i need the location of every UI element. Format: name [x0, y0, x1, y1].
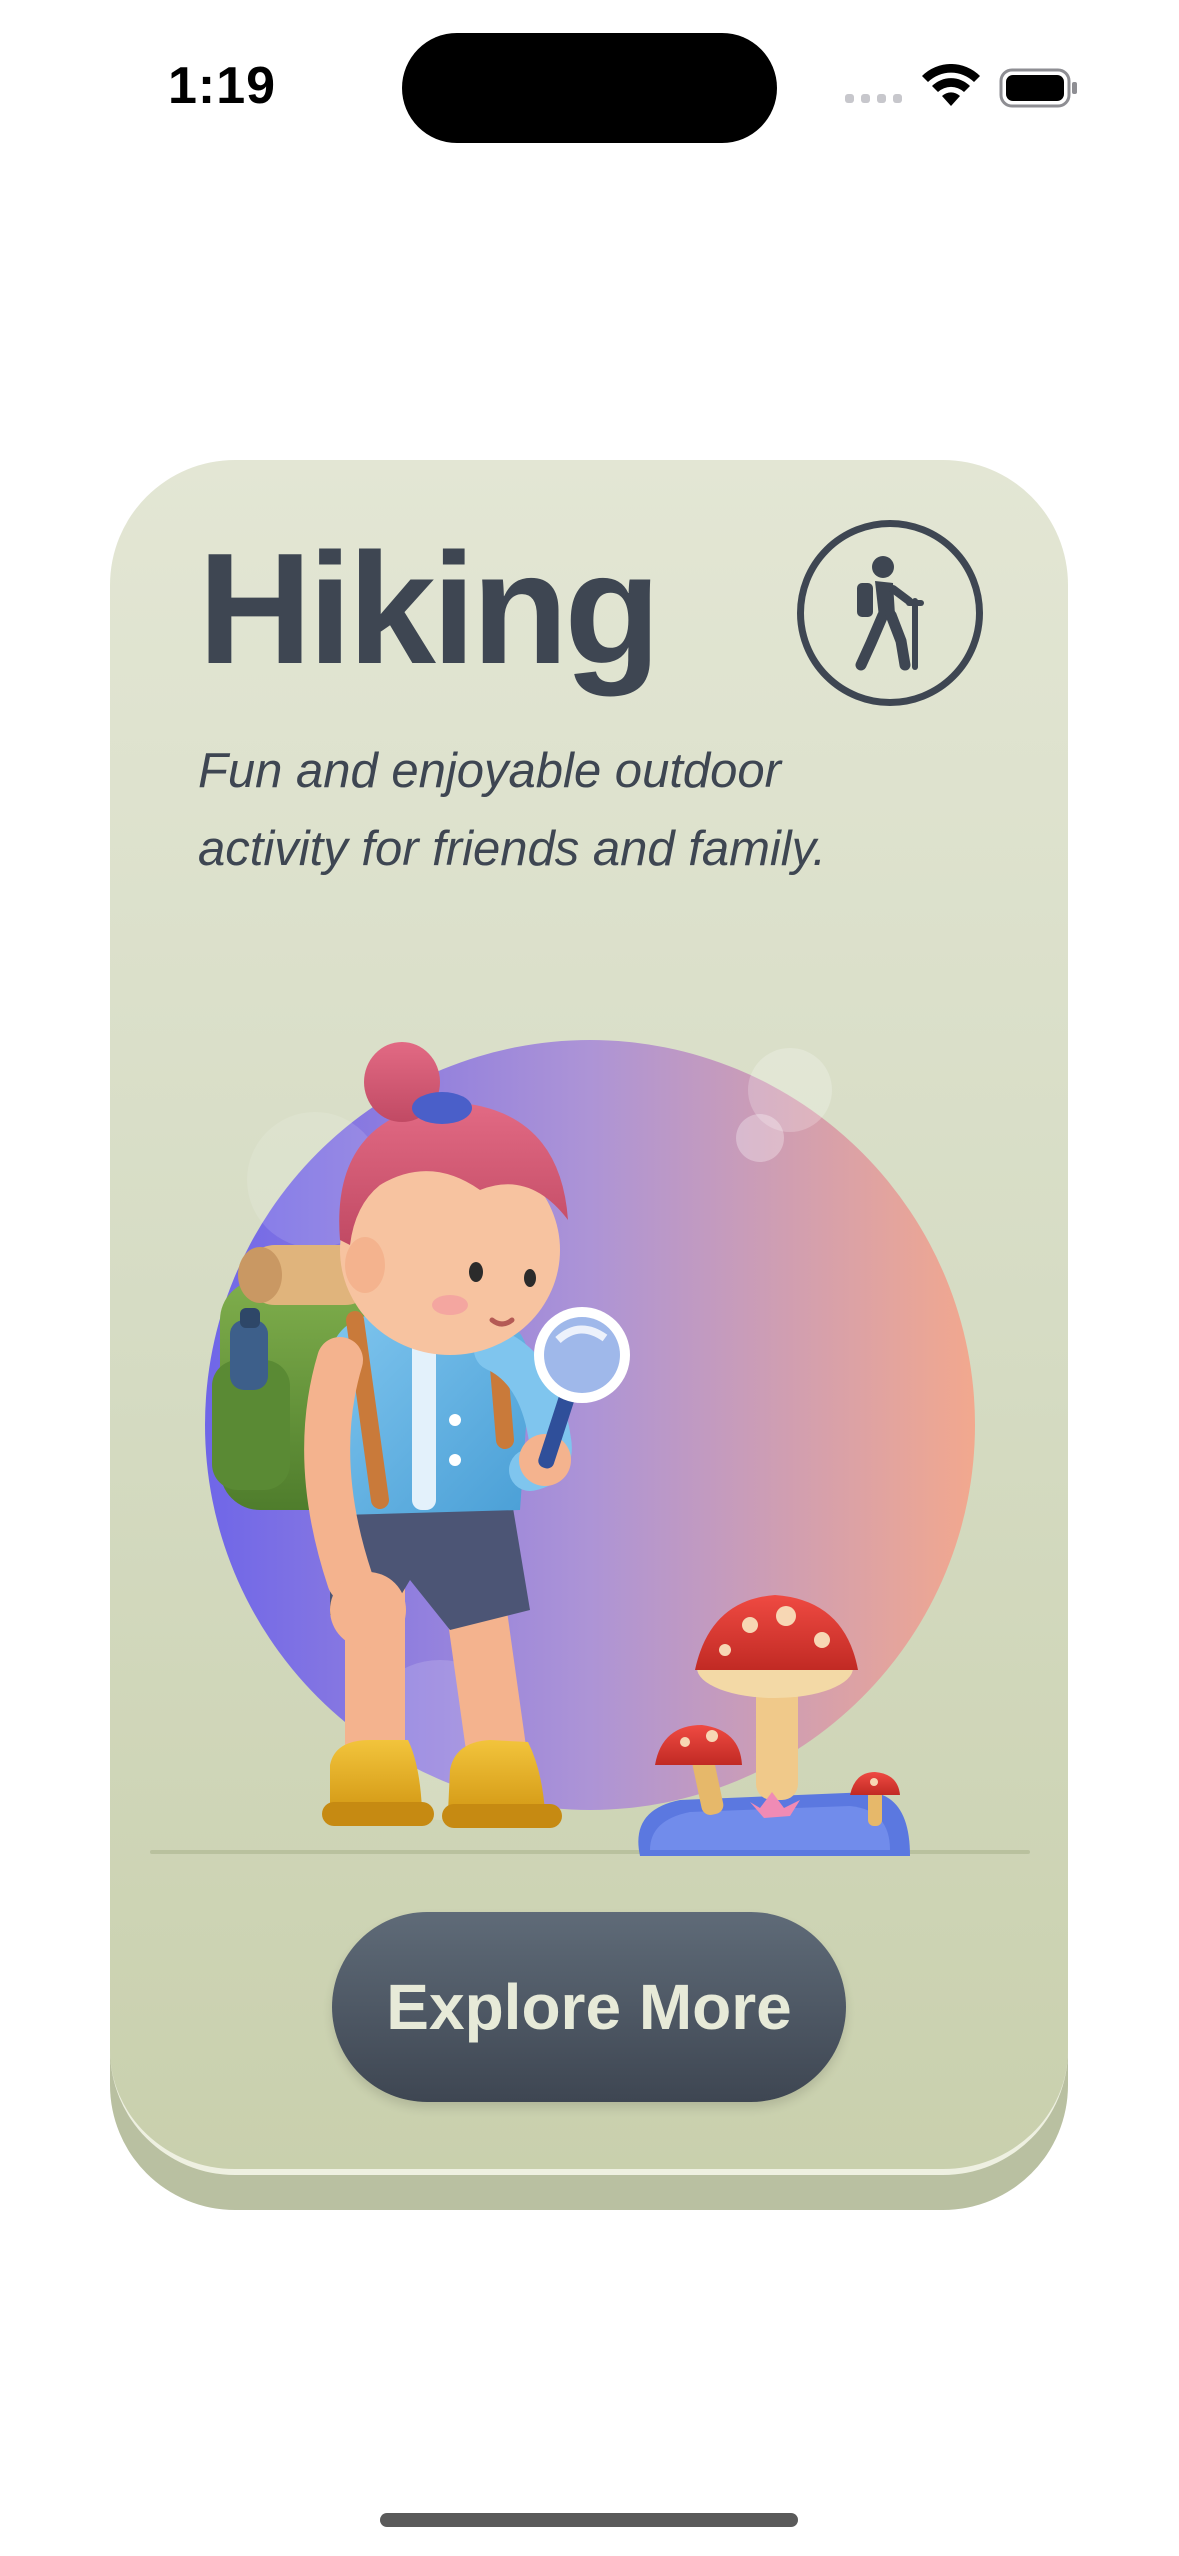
battery-icon — [999, 68, 1077, 108]
card-subtitle: Fun and enjoyable outdoor activity for f… — [198, 732, 958, 888]
hiker-illustration — [150, 1040, 1030, 1856]
hiker-icon — [855, 556, 924, 671]
hiker-badge — [797, 520, 983, 706]
dynamic-island — [402, 33, 777, 143]
explore-more-button[interactable]: Explore More — [332, 1912, 846, 2102]
cellular-signal-icon — [845, 94, 902, 103]
screen: 1:19 Hiking Fun and enjoyable outdoor ac… — [0, 0, 1179, 2556]
home-indicator[interactable] — [380, 2513, 798, 2527]
subtitle-line-1: Fun and enjoyable outdoor — [198, 744, 781, 798]
status-time: 1:19 — [168, 57, 277, 115]
wifi-icon — [922, 64, 980, 106]
card-title: Hiking — [198, 521, 661, 697]
subtitle-line-2: activity for friends and family. — [198, 822, 827, 876]
